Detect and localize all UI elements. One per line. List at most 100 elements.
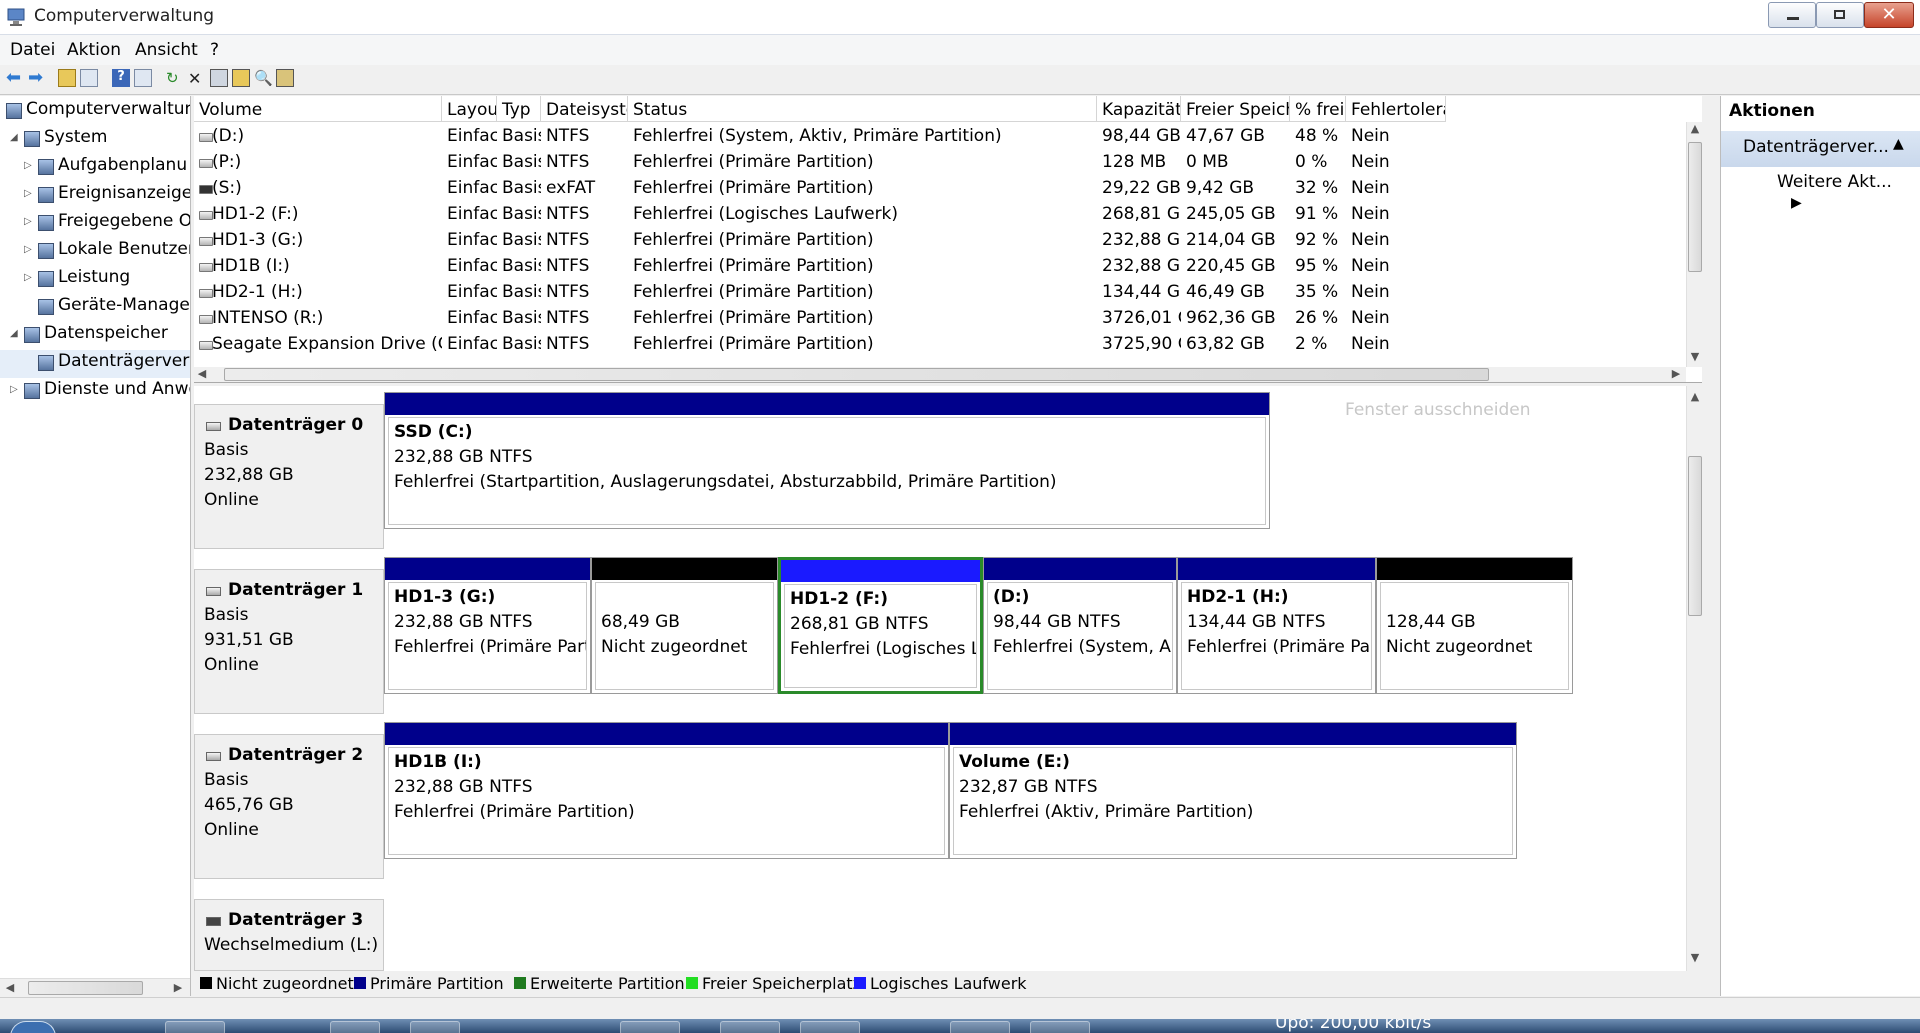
column-header[interactable]: Typ [497, 96, 541, 122]
table-row[interactable]: HD1-2 (F:) EinfachBasisNTFS Fehlerfrei (Lo… [194, 204, 1686, 230]
table-row[interactable]: (D:) EinfachBasisNTFS Fehlerfrei (System, … [194, 126, 1686, 152]
collapsed-icon[interactable]: ▷ [24, 272, 34, 283]
hscroll-thumb[interactable] [224, 368, 1489, 381]
scroll-down-icon[interactable]: ▼ [1687, 350, 1702, 363]
column-header[interactable]: Freier Speicher [1181, 96, 1290, 122]
column-header[interactable]: Status [628, 96, 1097, 122]
tree-item[interactable]: Datenträgerverv [0, 350, 190, 378]
scroll-thumb[interactable] [1688, 142, 1702, 272]
taskbar-item[interactable] [950, 1021, 1010, 1033]
partition[interactable]: (D:) 98,44 GB NTFS Fehlerfrei (System, Akt [983, 557, 1177, 694]
properties2-icon[interactable] [210, 69, 228, 87]
taskbar-item[interactable] [720, 1021, 780, 1033]
scroll-right-icon[interactable]: ▶ [170, 981, 186, 994]
tree-item[interactable]: Geräte-Manage [0, 294, 190, 322]
tree-item[interactable]: ◢ Datenspeicher [0, 322, 190, 350]
tree-item[interactable]: ▷ Ereignisanzeige [0, 182, 190, 210]
table-cell-cap: 232,88 GB [1102, 256, 1181, 276]
tree-hscrollbar[interactable]: ◀ ▶ [0, 978, 190, 997]
up-icon[interactable] [58, 69, 76, 87]
actions-more[interactable]: Weitere Akt... ▶ [1777, 172, 1920, 212]
column-header[interactable]: Kapazität [1097, 96, 1181, 122]
disk-label[interactable]: Datenträger 0 Basis 232,88 GB Online [194, 404, 384, 549]
scroll-up-icon[interactable]: ▲ [1687, 122, 1702, 135]
partition[interactable]: HD1-3 (G:) 232,88 GB NTFS Fehlerfrei (Prim… [384, 557, 591, 694]
search-icon[interactable]: 🔍 [254, 69, 273, 87]
properties-icon[interactable] [134, 69, 152, 87]
partition[interactable]: SSD (C:) 232,88 GB NTFS Fehlerfrei (Startp… [384, 392, 1270, 529]
refresh-icon[interactable]: ↻ [166, 69, 184, 87]
menu-ansicht[interactable]: Ansicht [135, 40, 198, 60]
taskbar-item[interactable] [620, 1021, 680, 1033]
expanded-icon[interactable]: ◢ [10, 328, 20, 339]
tree-item[interactable]: ▷ Dienste und Anwe [0, 378, 190, 406]
partition[interactable]: 128,44 GB Nicht zugeordnet [1376, 557, 1573, 694]
table-row[interactable]: HD2-1 (H:) EinfachBasisNTFS Fehlerfrei (Pr… [194, 282, 1686, 308]
scroll-left-icon[interactable]: ◀ [194, 367, 210, 380]
collapsed-icon[interactable]: ▷ [24, 188, 34, 199]
menu-help[interactable]: ? [210, 40, 219, 60]
scroll-right-icon[interactable]: ▶ [1668, 367, 1684, 380]
collapsed-icon[interactable]: ▷ [24, 244, 34, 255]
table-row[interactable]: INTENSO (R:) EinfachBasisNTFS Fehlerfrei (… [194, 308, 1686, 334]
tree-hscroll-thumb[interactable] [28, 981, 143, 995]
start-button[interactable] [10, 1021, 56, 1033]
menu-aktion[interactable]: Aktion [67, 40, 121, 60]
column-header[interactable]: % frei [1290, 96, 1346, 122]
collapsed-icon[interactable]: ▷ [24, 216, 34, 227]
column-header[interactable]: Fehlertoleranz [1346, 96, 1446, 122]
tree-item[interactable]: ▷ Aufgabenplanu [0, 154, 190, 182]
column-header[interactable]: Layout [442, 96, 497, 122]
scroll-thumb[interactable] [1688, 456, 1702, 616]
collapse-up-icon[interactable]: ▲ [1893, 136, 1904, 152]
table-row[interactable]: (S:) EinfachBasisexFAT Fehlerfrei (Primäre… [194, 178, 1686, 204]
menu-datei[interactable]: Datei [10, 40, 55, 60]
scroll-up-icon[interactable]: ▲ [1687, 390, 1702, 403]
volume-list-scrollbar[interactable]: ▲ ▼ [1686, 122, 1702, 367]
help-icon[interactable]: ? [112, 69, 130, 87]
disk-label[interactable]: Datenträger 3 Wechselmedium (L:) [194, 899, 384, 971]
table-row[interactable]: Seagate Expansion Drive (O:)EinfachBasis… [194, 334, 1686, 360]
partition[interactable]: HD1-2 (F:) 268,81 GB NTFS Fehlerfrei (Logi… [778, 557, 983, 694]
table-row[interactable]: (P:) EinfachBasisNTFS Fehlerfrei (Primäre … [194, 152, 1686, 178]
tree-item[interactable]: ▷ Leistung [0, 266, 190, 294]
tree-item[interactable]: ▷ Lokale Benutzer [0, 238, 190, 266]
restore-button[interactable] [1816, 2, 1864, 28]
column-header[interactable]: Dateisystem [541, 96, 628, 122]
show-hide-tree-icon[interactable] [80, 69, 98, 87]
minimize-button[interactable] [1768, 2, 1816, 28]
taskbar-item[interactable] [165, 1021, 225, 1033]
partition[interactable]: HD1B (I:) 232,88 GB NTFS Fehlerfrei (Primä… [384, 722, 949, 859]
partition[interactable]: HD2-1 (H:) 134,44 GB NTFS Fehlerfrei (Prim… [1177, 557, 1376, 694]
table-cell-free: 220,45 GB [1186, 256, 1276, 276]
expanded-icon[interactable]: ◢ [10, 132, 20, 143]
partition[interactable]: Volume (E:) 232,87 GB NTFS Fehlerfrei (Akt… [949, 722, 1517, 859]
disk-label[interactable]: Datenträger 2 Basis 465,76 GB Online [194, 734, 384, 879]
tree-item[interactable]: Computerverwaltung [0, 98, 190, 126]
forward-icon[interactable]: ➡ [28, 69, 46, 87]
scroll-left-icon[interactable]: ◀ [2, 981, 18, 994]
back-icon[interactable]: ⬅ [6, 69, 24, 87]
partition[interactable]: 68,49 GB Nicht zugeordnet [591, 557, 778, 694]
taskbar-item[interactable] [410, 1021, 460, 1033]
collapsed-icon[interactable]: ▷ [10, 384, 20, 395]
table-row[interactable]: HD1-3 (G:) EinfachBasisNTFS Fehlerfrei (Pr… [194, 230, 1686, 256]
table-row[interactable]: HD1B (I:) EinfachBasisNTFS Fehlerfrei (Pri… [194, 256, 1686, 282]
tree-item[interactable]: ◢ System [0, 126, 190, 154]
disk-view-scrollbar[interactable]: ▲ ▼ [1686, 386, 1702, 971]
volume-list-hscrollbar[interactable]: ◀ ▶ [194, 367, 1686, 382]
actions-disk-management[interactable]: Datenträgerver... ▲ [1721, 131, 1920, 167]
scroll-down-icon[interactable]: ▼ [1687, 951, 1702, 964]
column-header[interactable]: Volume [194, 96, 442, 122]
collapsed-icon[interactable]: ▷ [24, 160, 34, 171]
close-button[interactable]: ✕ [1864, 2, 1914, 28]
disk-label[interactable]: Datenträger 1 Basis 931,51 GB Online [194, 569, 384, 714]
taskbar-item[interactable] [800, 1021, 860, 1033]
taskbar-item[interactable] [1030, 1021, 1090, 1033]
tree-item[interactable]: ▷ Freigegebene O [0, 210, 190, 238]
settings-icon[interactable] [276, 69, 294, 87]
table-cell-layout: Einfach [447, 308, 497, 328]
taskbar-item[interactable] [330, 1021, 380, 1033]
delete-icon[interactable]: ✕ [188, 69, 206, 88]
open-icon[interactable] [232, 69, 250, 87]
